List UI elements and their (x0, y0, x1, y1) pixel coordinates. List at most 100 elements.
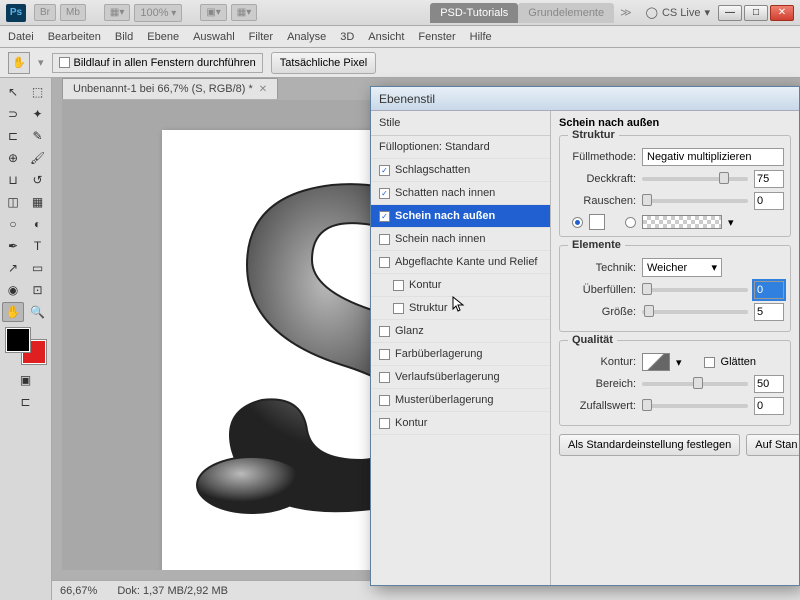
brush-tool[interactable]: 🖌 (27, 148, 49, 168)
more-workspaces-icon[interactable]: ≫ (614, 6, 638, 19)
noise-value[interactable]: 0 (754, 192, 784, 210)
opacity-slider[interactable] (642, 177, 748, 181)
gradient-swatch[interactable] (642, 215, 722, 229)
dropdown-arrow-icon[interactable]: ▾ (38, 56, 44, 69)
stamp-tool[interactable]: ⊔ (2, 170, 24, 190)
document-tab[interactable]: Unbenannt-1 bei 66,7% (S, RGB/8) *✕ (62, 78, 278, 99)
range-slider[interactable] (642, 382, 748, 386)
eraser-tool[interactable]: ◫ (2, 192, 24, 212)
color-swatches[interactable] (6, 328, 46, 364)
menu-analyse[interactable]: Analyse (287, 31, 326, 43)
heal-tool[interactable]: ⊕ (2, 148, 24, 168)
lasso-tool[interactable]: ⊃ (2, 104, 24, 124)
style-musterüberlagerung[interactable]: Musterüberlagerung (371, 389, 550, 412)
minibridge-btn[interactable]: Mb (60, 4, 86, 21)
size-slider[interactable] (642, 310, 748, 314)
style-farbüberlagerung[interactable]: Farbüberlagerung (371, 343, 550, 366)
style-schein-nach-innen[interactable]: Schein nach innen (371, 228, 550, 251)
blur-tool[interactable]: ○ (2, 214, 24, 234)
checkbox[interactable] (379, 372, 390, 383)
3d-cam-tool[interactable]: ⊡ (27, 280, 49, 300)
checkbox[interactable] (379, 234, 390, 245)
hand-tool-icon[interactable]: ✋ (8, 52, 30, 74)
close-icon[interactable]: ✕ (259, 84, 267, 95)
actual-pixels-btn[interactable]: Tatsächliche Pixel (271, 52, 376, 74)
arrange-btn[interactable]: ▦▾ (104, 4, 130, 21)
reset-default-btn[interactable]: Auf Stan (746, 434, 799, 456)
jitter-value[interactable]: 0 (754, 397, 784, 415)
gradient-tool[interactable]: ▦ (27, 192, 49, 212)
checkbox[interactable] (379, 257, 390, 268)
gradient-radio[interactable] (625, 217, 636, 228)
spread-slider[interactable] (642, 288, 748, 292)
checkbox[interactable] (393, 280, 404, 291)
styles-header[interactable]: Stile (371, 111, 550, 136)
wand-tool[interactable]: ✦ (27, 104, 49, 124)
make-default-btn[interactable]: Als Standardeinstellung festlegen (559, 434, 740, 456)
antialias-checkbox[interactable] (704, 357, 715, 368)
opacity-value[interactable]: 75 (754, 170, 784, 188)
dropdown-arrow-icon[interactable]: ▾ (676, 356, 682, 369)
menu-bearbeiten[interactable]: Bearbeiten (48, 31, 101, 43)
checkbox[interactable]: ✓ (379, 211, 390, 222)
fg-color[interactable] (6, 328, 30, 352)
color-radio[interactable] (572, 217, 583, 228)
technique-dropdown[interactable]: Weicher▾ (642, 258, 722, 277)
quickmask-btn[interactable]: ▣ (15, 370, 37, 390)
spread-value[interactable]: 0 (754, 281, 784, 299)
color-swatch[interactable] (589, 214, 605, 230)
zoom-tool[interactable]: 🔍 (27, 302, 49, 322)
workspace-tab-tutorials[interactable]: PSD-Tutorials (430, 3, 518, 23)
close-btn[interactable]: ✕ (770, 5, 794, 21)
menu-bild[interactable]: Bild (115, 31, 133, 43)
menu-datei[interactable]: Datei (8, 31, 34, 43)
style-schlagschatten[interactable]: ✓Schlagschatten (371, 159, 550, 182)
screenmode-btn[interactable]: ⊏ (15, 392, 37, 412)
menu-auswahl[interactable]: Auswahl (193, 31, 235, 43)
bridge-btn[interactable]: Br (34, 4, 56, 21)
hand-tool[interactable]: ✋ (2, 302, 24, 322)
dodge-tool[interactable]: ◐ (27, 214, 49, 234)
size-value[interactable]: 5 (754, 303, 784, 321)
eyedropper-tool[interactable]: ✎ (27, 126, 49, 146)
checkbox[interactable] (379, 418, 390, 429)
marquee-tool[interactable]: ⬚ (27, 82, 49, 102)
style-schatten-nach-innen[interactable]: ✓Schatten nach innen (371, 182, 550, 205)
menu-ansicht[interactable]: Ansicht (368, 31, 404, 43)
noise-slider[interactable] (642, 199, 748, 203)
menu-fenster[interactable]: Fenster (418, 31, 455, 43)
menu-3d[interactable]: 3D (340, 31, 354, 43)
checkbox[interactable] (379, 395, 390, 406)
workspace-tab-grundelemente[interactable]: Grundelemente (518, 3, 614, 23)
pen-tool[interactable]: ✒ (2, 236, 24, 256)
jitter-slider[interactable] (642, 404, 748, 408)
checkbox[interactable] (379, 349, 390, 360)
history-brush-tool[interactable]: ↺ (27, 170, 49, 190)
type-tool[interactable]: T (27, 236, 49, 256)
style-schein-nach-außen[interactable]: ✓Schein nach außen (371, 205, 550, 228)
minimize-btn[interactable]: — (718, 5, 742, 21)
style-kontur[interactable]: Kontur (371, 274, 550, 297)
zoom-level[interactable]: 100% ▾ (134, 4, 182, 22)
checkbox[interactable]: ✓ (379, 165, 390, 176)
extras-btn[interactable]: ▦▾ (231, 4, 257, 21)
dropdown-arrow-icon[interactable]: ▾ (728, 216, 734, 229)
status-zoom[interactable]: 66,67% (60, 585, 97, 597)
maximize-btn[interactable]: □ (744, 5, 768, 21)
checkbox[interactable] (379, 326, 390, 337)
style-glanz[interactable]: Glanz (371, 320, 550, 343)
fill-options-row[interactable]: Fülloptionen: Standard (371, 136, 550, 159)
cslive-btn[interactable]: ◯CS Live ▾ (638, 6, 718, 19)
style-abgeflachte-kante-und-relief[interactable]: Abgeflachte Kante und Relief (371, 251, 550, 274)
checkbox[interactable] (393, 303, 404, 314)
menu-filter[interactable]: Filter (249, 31, 273, 43)
crop-tool[interactable]: ⊏ (2, 126, 24, 146)
menu-hilfe[interactable]: Hilfe (470, 31, 492, 43)
move-tool[interactable]: ↖ (2, 82, 24, 102)
checkbox[interactable]: ✓ (379, 188, 390, 199)
style-kontur[interactable]: Kontur (371, 412, 550, 435)
style-struktur[interactable]: Struktur (371, 297, 550, 320)
style-verlaufsüberlagerung[interactable]: Verlaufsüberlagerung (371, 366, 550, 389)
blend-mode-dropdown[interactable]: Negativ multiplizieren (642, 148, 784, 166)
screen-mode-btn[interactable]: ▣▾ (200, 4, 226, 21)
